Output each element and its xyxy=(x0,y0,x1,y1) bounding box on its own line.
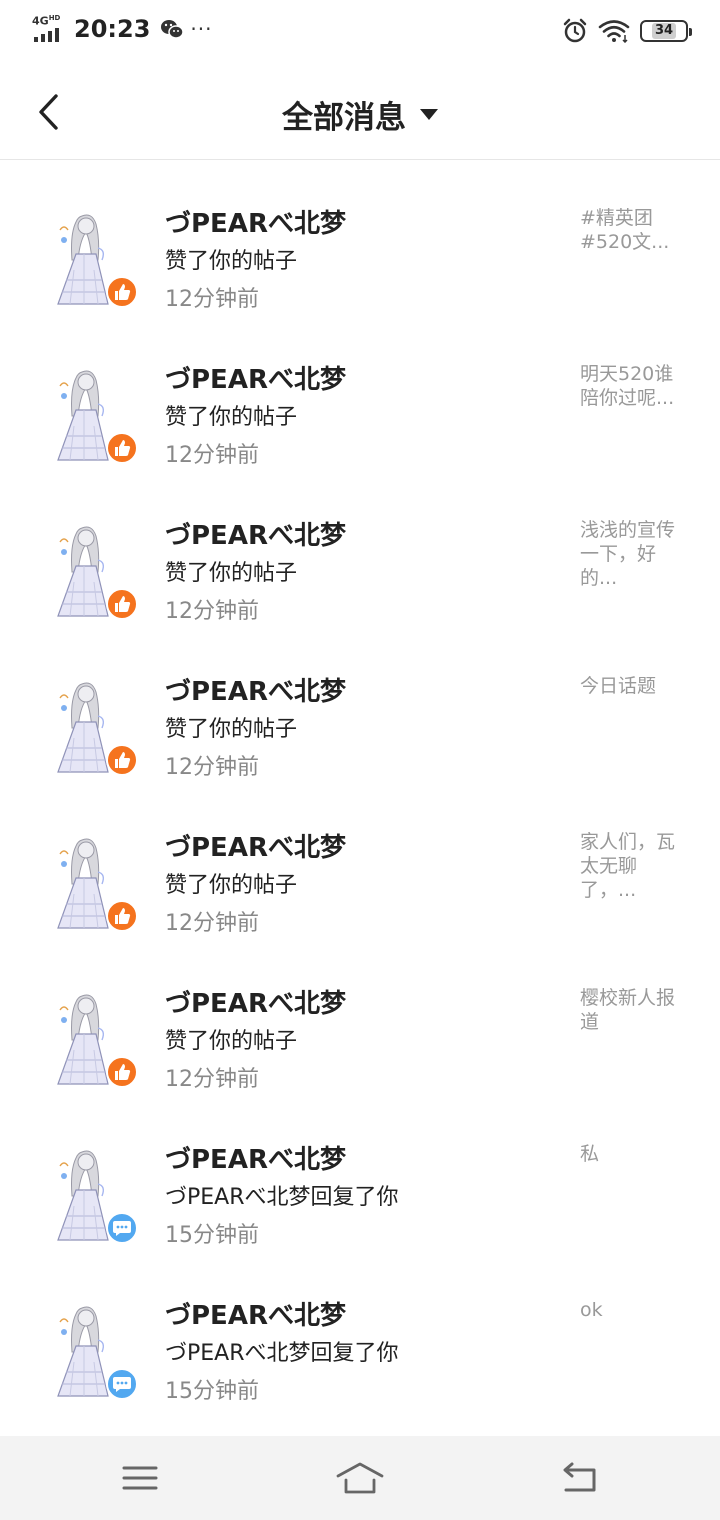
message-action: 赞了你的帖子 xyxy=(165,561,298,586)
sender-name[interactable]: づPEARべ北梦 xyxy=(165,671,346,708)
status-right: 34 xyxy=(562,18,692,44)
battery-indicator: 34 xyxy=(640,20,692,42)
alarm-icon xyxy=(563,18,587,43)
message-row-7[interactable]: づPEARべ北梦 づPEARべ北梦回复了你 15分钟前 私 xyxy=(0,1096,720,1252)
message-row-1[interactable]: づPEARべ北梦 赞了你的帖子 12分钟前 #精英团 #520文... xyxy=(0,160,720,316)
message-action: 赞了你的帖子 xyxy=(165,1029,298,1054)
message-row-8[interactable]: づPEARべ北梦 づPEARべ北梦回复了你 15分钟前 ok xyxy=(0,1252,720,1408)
message-action: づPEARべ北梦回复了你 xyxy=(165,1185,399,1210)
post-preview[interactable]: 浅浅的宣传一下，好的... xyxy=(580,518,690,590)
wifi-icon xyxy=(598,20,630,43)
status-bar: 4GHD 20:23 ··· 34 xyxy=(0,0,720,64)
back-nav-icon[interactable] xyxy=(556,1458,604,1498)
message-list: づPEARべ北梦 赞了你的帖子 12分钟前 #精英团 #520文... づPEA… xyxy=(0,160,720,1408)
thumbs-up-icon xyxy=(106,900,138,932)
thumbs-up-icon xyxy=(106,1056,138,1088)
post-preview[interactable]: ok xyxy=(580,1298,690,1322)
chat-bubble-icon xyxy=(106,1368,138,1400)
thumbs-up-icon xyxy=(106,744,138,776)
post-preview[interactable]: 家人们，瓦太无聊了，... xyxy=(580,830,690,902)
sender-name[interactable]: づPEARべ北梦 xyxy=(165,983,346,1020)
post-preview[interactable]: 明天520谁陪你过呢... xyxy=(580,362,690,410)
message-time: 12分钟前 xyxy=(165,287,259,312)
network-type: 4GHD xyxy=(32,14,61,28)
sender-name[interactable]: づPEARべ北梦 xyxy=(165,515,346,552)
message-time: 15分钟前 xyxy=(165,1223,259,1248)
header: 全部消息 xyxy=(0,64,720,160)
message-row-2[interactable]: づPEARべ北梦 赞了你的帖子 12分钟前 明天520谁陪你过呢... xyxy=(0,316,720,472)
menu-icon[interactable] xyxy=(116,1458,164,1498)
post-preview[interactable]: 樱校新人报道 xyxy=(580,986,690,1034)
thumbs-up-icon xyxy=(106,432,138,464)
message-action: づPEARべ北梦回复了你 xyxy=(165,1341,399,1366)
message-row-6[interactable]: づPEARべ北梦 赞了你的帖子 12分钟前 樱校新人报道 xyxy=(0,940,720,1096)
sender-name[interactable]: づPEARべ北梦 xyxy=(165,359,346,396)
sender-name[interactable]: づPEARべ北梦 xyxy=(165,827,346,864)
message-time: 12分钟前 xyxy=(165,911,259,936)
message-action: 赞了你的帖子 xyxy=(165,873,298,898)
thumbs-up-icon xyxy=(106,588,138,620)
post-preview[interactable]: 私 xyxy=(580,1142,690,1166)
signal-icon: 4GHD xyxy=(32,14,66,44)
system-navigation-bar xyxy=(0,1436,720,1520)
message-time: 12分钟前 xyxy=(165,599,259,624)
sender-name[interactable]: づPEARべ北梦 xyxy=(165,1139,346,1176)
message-time: 12分钟前 xyxy=(165,755,259,780)
message-time: 15分钟前 xyxy=(165,1379,259,1404)
message-row-4[interactable]: づPEARべ北梦 赞了你的帖子 12分钟前 今日话题 xyxy=(0,628,720,784)
battery-level: 34 xyxy=(651,23,677,39)
post-preview[interactable]: 今日话题 xyxy=(580,674,690,698)
sender-name[interactable]: づPEARべ北梦 xyxy=(165,1295,346,1332)
status-left: 4GHD 20:23 ··· xyxy=(32,14,212,44)
message-time: 12分钟前 xyxy=(165,443,259,468)
more-notifications-icon: ··· xyxy=(190,17,213,41)
home-icon[interactable] xyxy=(336,1458,384,1498)
message-action: 赞了你的帖子 xyxy=(165,717,298,742)
chat-bubble-icon xyxy=(106,1212,138,1244)
message-action: 赞了你的帖子 xyxy=(165,249,298,274)
sender-name[interactable]: づPEARべ北梦 xyxy=(165,203,346,240)
title-dropdown[interactable]: 全部消息 xyxy=(0,92,720,137)
message-row-5[interactable]: づPEARべ北梦 赞了你的帖子 12分钟前 家人们，瓦太无聊了，... xyxy=(0,784,720,940)
page-title[interactable]: 全部消息 xyxy=(282,92,406,137)
message-time: 12分钟前 xyxy=(165,1067,259,1092)
post-preview[interactable]: #精英团 #520文... xyxy=(580,206,690,254)
message-row-3[interactable]: づPEARべ北梦 赞了你的帖子 12分钟前 浅浅的宣传一下，好的... xyxy=(0,472,720,628)
message-action: 赞了你的帖子 xyxy=(165,405,298,430)
wechat-icon xyxy=(161,20,185,39)
caret-down-icon[interactable] xyxy=(420,109,438,120)
thumbs-up-icon xyxy=(106,276,138,308)
status-time: 20:23 xyxy=(74,15,151,43)
